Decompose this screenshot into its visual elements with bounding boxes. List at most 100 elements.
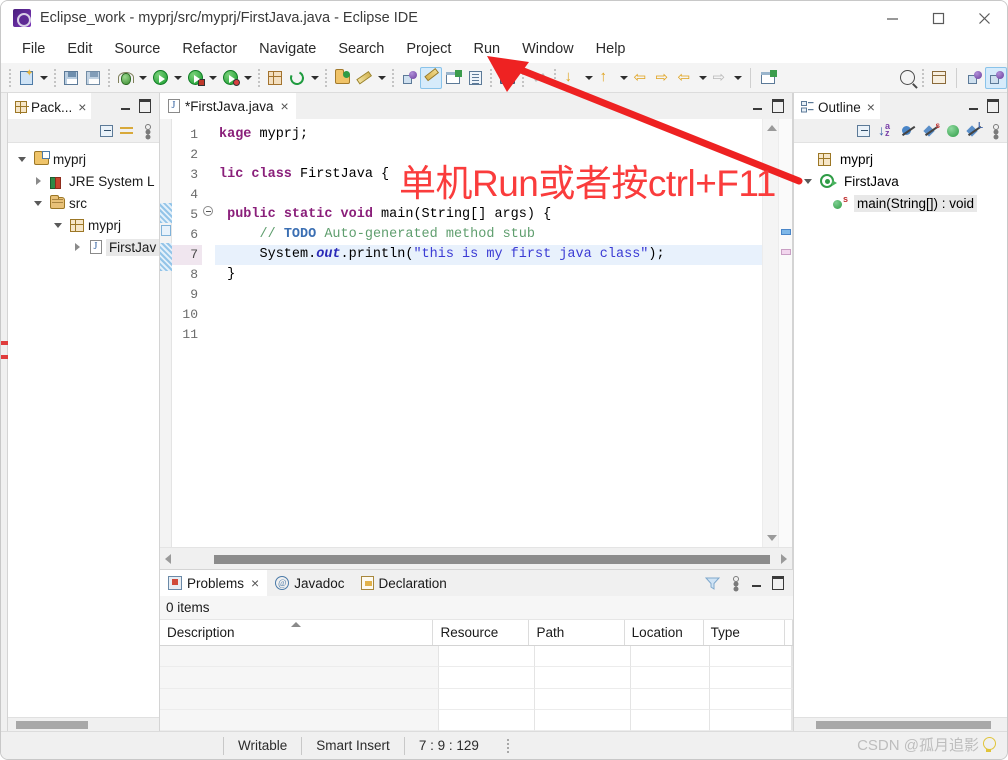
coverage-icon[interactable] [219, 67, 241, 89]
editor-horizontal-scrollbar[interactable] [160, 547, 792, 569]
hide-nonpublic-icon[interactable] [947, 124, 959, 137]
table-row[interactable] [160, 646, 793, 668]
outline-tree[interactable]: myprj FirstJava s main(String[]) : void [794, 143, 1007, 717]
menu-navigate[interactable]: Navigate [248, 38, 327, 60]
new-wizard-dropdown-icon[interactable] [37, 67, 50, 89]
minimize-view-icon[interactable] [751, 100, 763, 112]
coverage-dropdown-icon[interactable] [241, 67, 254, 89]
tab-outline[interactable]: Outline × [794, 93, 880, 119]
skip-all-breakpoints-icon[interactable] [398, 67, 420, 89]
debug-icon[interactable] [114, 67, 136, 89]
code-line[interactable] [215, 145, 762, 165]
package-explorer-tree[interactable]: myprj JRE System L src myprj J FirstJav [8, 143, 159, 717]
menu-refactor[interactable]: Refactor [171, 38, 248, 60]
tab-declaration[interactable]: Declaration [353, 570, 455, 596]
status-resize-handle[interactable] [506, 738, 511, 753]
next-edit-icon[interactable]: ⇨ [709, 67, 731, 89]
hide-static-icon[interactable]: s [923, 121, 940, 138]
debug-dropdown-icon[interactable] [136, 67, 149, 89]
tab-problems[interactable]: Problems × [160, 570, 268, 596]
open-type-icon[interactable] [331, 67, 353, 89]
menu-help[interactable]: Help [585, 38, 637, 60]
new-window-icon[interactable] [757, 67, 779, 89]
column-header-resource[interactable]: Resource [433, 620, 530, 645]
tab-package-explorer[interactable]: Pack... × [8, 93, 92, 119]
outline-item-main-method[interactable]: s main(String[]) : void [794, 192, 1007, 214]
tree-item-package-myprj[interactable]: myprj [8, 214, 159, 236]
column-header-description[interactable]: Description [160, 620, 434, 645]
new-java-package-icon[interactable] [264, 67, 286, 89]
show-whitespace-icon[interactable] [464, 67, 486, 89]
hide-fields-icon[interactable] [901, 124, 916, 138]
quick-fix-icon[interactable] [161, 225, 171, 236]
code-line[interactable]: // TODO Auto-generated method stub [215, 225, 762, 245]
fold-collapse-icon[interactable] [203, 206, 213, 216]
view-menu-icon[interactable] [730, 576, 740, 590]
scrollbar-thumb[interactable] [816, 721, 991, 729]
next-edit-dropdown-icon[interactable] [731, 67, 744, 89]
column-header-path[interactable]: Path [529, 620, 625, 645]
maximize-view-icon[interactable] [772, 100, 784, 112]
chevron-down-icon[interactable] [50, 217, 66, 233]
tab-javadoc[interactable]: @ Javadoc [267, 570, 352, 596]
filter-icon[interactable] [705, 576, 720, 590]
scroll-up-arrow-icon[interactable] [767, 125, 777, 131]
chevron-down-icon[interactable] [14, 151, 30, 167]
code-line[interactable]: } [215, 265, 762, 285]
maximize-view-icon[interactable] [139, 100, 151, 112]
new-java-class-icon[interactable] [286, 67, 308, 89]
save-icon[interactable] [60, 67, 82, 89]
back-history-icon[interactable]: ⇦ [630, 67, 652, 89]
close-icon[interactable]: × [867, 100, 875, 114]
minimize-view-icon[interactable] [967, 100, 979, 112]
code-area[interactable]: 1 2 3 4 5 6 7 8 9 10 11 kage myprj; lic … [160, 119, 792, 547]
view-menu-icon[interactable] [142, 123, 152, 138]
menu-window[interactable]: Window [511, 38, 585, 60]
chevron-down-icon[interactable] [30, 195, 46, 211]
code-line[interactable]: System.out.println("this is my first jav… [215, 245, 762, 265]
code-line[interactable]: lic class FirstJava { [215, 165, 762, 185]
code-line[interactable] [215, 305, 762, 325]
step-return-dropdown-icon[interactable] [617, 67, 630, 89]
step-into-icon[interactable] [560, 67, 582, 89]
maximize-view-icon[interactable] [987, 100, 999, 112]
new-wizard-icon[interactable]: ✦ [15, 67, 37, 89]
no-edit-icon[interactable] [528, 67, 550, 89]
column-header-extra[interactable] [785, 620, 793, 645]
link-with-editor-icon[interactable] [120, 124, 135, 137]
java-perspective-icon[interactable] [963, 67, 985, 89]
run-icon[interactable] [149, 67, 171, 89]
java-ee-perspective-icon[interactable] [985, 66, 1007, 89]
previous-edit-icon[interactable]: ⇦ [674, 67, 696, 89]
save-all-icon[interactable] [82, 67, 104, 89]
run-external-tools-icon[interactable] [184, 67, 206, 89]
column-header-type[interactable]: Type [704, 620, 785, 645]
minimize-icon[interactable] [869, 1, 915, 35]
column-header-location[interactable]: Location [625, 620, 704, 645]
source-code-text[interactable]: kage myprj; lic class FirstJava { public… [215, 119, 762, 547]
outline-horizontal-scrollbar[interactable] [794, 717, 1007, 731]
new-class-dropdown-icon[interactable] [308, 67, 321, 89]
close-icon[interactable]: × [281, 99, 289, 113]
collapse-all-icon[interactable] [857, 124, 870, 137]
run-dropdown-icon[interactable] [171, 67, 184, 89]
tab-firstjava-java[interactable]: *FirstJava.java × [160, 93, 296, 119]
collapse-all-icon[interactable] [100, 124, 113, 137]
code-line[interactable] [215, 185, 762, 205]
scrollbar-track[interactable] [176, 548, 776, 570]
toggle-mark-occurrences-icon[interactable] [420, 66, 442, 89]
scroll-down-arrow-icon[interactable] [767, 535, 777, 541]
annotation-dropdown-icon[interactable] [375, 67, 388, 89]
editor-overview-ruler[interactable] [778, 119, 792, 547]
tree-item-src[interactable]: src [8, 192, 159, 214]
tree-item-myprj[interactable]: myprj [8, 148, 159, 170]
search-icon[interactable] [896, 67, 918, 89]
outline-item-myprj[interactable]: myprj [794, 148, 1007, 170]
new-annotation-icon[interactable] [353, 67, 375, 89]
menu-project[interactable]: Project [395, 38, 462, 60]
tree-item-firstjava[interactable]: FirstJav [8, 236, 159, 258]
maximize-view-icon[interactable] [772, 577, 784, 589]
previous-edit-dropdown-icon[interactable] [696, 67, 709, 89]
minimize-view-icon[interactable] [750, 577, 762, 589]
editor-vertical-scrollbar[interactable] [762, 119, 778, 547]
